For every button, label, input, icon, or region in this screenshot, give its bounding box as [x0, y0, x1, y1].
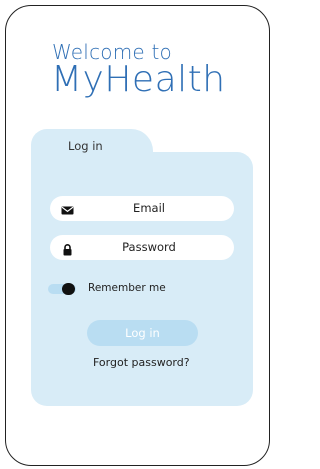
- remember-me-toggle[interactable]: [48, 283, 78, 295]
- password-field[interactable]: Password: [50, 235, 234, 260]
- toggle-knob: [62, 283, 75, 295]
- remember-me-label: Remember me: [88, 282, 166, 294]
- password-placeholder: Password: [122, 240, 176, 254]
- forgot-password-link[interactable]: Forgot password?: [93, 356, 190, 369]
- login-button[interactable]: Log in: [87, 320, 198, 346]
- app-title: MyHealth: [51, 59, 226, 100]
- email-placeholder: Email: [133, 201, 165, 215]
- login-tab-label: Log in: [68, 139, 103, 153]
- email-field[interactable]: Email: [50, 196, 234, 221]
